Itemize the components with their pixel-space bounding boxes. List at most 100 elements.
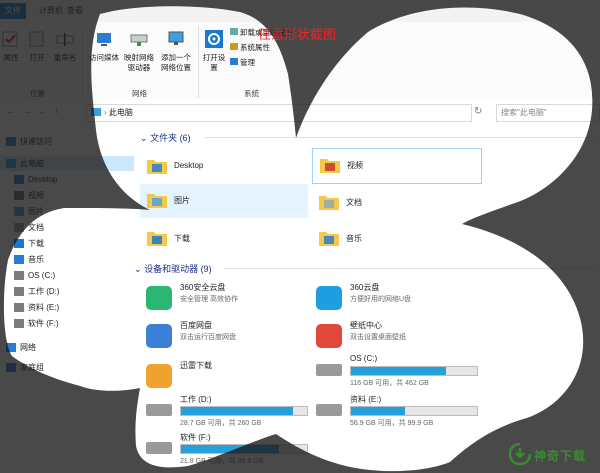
search-placeholder: 搜索"此电脑" — [501, 108, 547, 117]
nav-item[interactable]: 下载 — [0, 236, 134, 251]
folder-tile[interactable]: 文档 — [312, 186, 480, 220]
nav-item[interactable]: 软件 (F:) — [0, 316, 134, 331]
device-name: 壁纸中心 — [350, 321, 382, 330]
folder-label: 音乐 — [346, 234, 362, 243]
pictures-folder-icon — [146, 190, 168, 210]
nav-item[interactable]: OS (C:) — [0, 268, 134, 283]
group-label-network: 网络 — [132, 89, 147, 98]
nav-item[interactable]: 快速访问 — [0, 134, 134, 149]
nav-item[interactable]: 音乐 — [0, 252, 134, 267]
refresh-icon[interactable]: ↻ — [474, 106, 482, 117]
checkmark-icon — [2, 31, 18, 47]
manage-button[interactable]: 管理 — [230, 58, 310, 68]
nav-item[interactable]: 资料 (E:) — [0, 300, 134, 315]
screenshot-title: 任意形状截图 — [258, 27, 337, 42]
drive-free-space: 28.7 GB 可用，共 260 GB — [180, 420, 262, 427]
nav-item[interactable]: 文档 — [0, 220, 134, 235]
rename-icon — [56, 33, 74, 46]
drive-usage-fill — [181, 407, 294, 415]
computer-icon — [91, 108, 101, 116]
nav-item[interactable]: Desktop — [0, 172, 134, 187]
folders-section-header[interactable]: ⌄ 文件夹 (6) — [140, 131, 191, 144]
media-icon — [97, 33, 111, 46]
drive-name: OS (C:) — [350, 354, 378, 363]
drive-usage-bar — [180, 406, 308, 416]
nav-item-label: 下载 — [28, 239, 44, 248]
map-network-drive-button[interactable]: 映射网络驱动器 — [122, 30, 156, 73]
computer-icon — [6, 159, 16, 168]
add-network-location-button[interactable]: 添加一个网络位置 — [158, 30, 194, 73]
music-folder-icon — [318, 228, 340, 248]
tab-view[interactable]: 查看 — [62, 3, 88, 19]
music-note-icon — [14, 255, 24, 264]
nav-item[interactable]: 图片 — [0, 204, 134, 219]
system-properties-button[interactable]: 系统属性 — [230, 43, 310, 53]
nav-item-label: 软件 (F:) — [28, 319, 59, 328]
folder-tile[interactable]: Desktop — [140, 150, 308, 184]
video-folder-icon — [14, 191, 24, 200]
disk-drive-item[interactable]: 软件 (F:) 21.8 GB 可用，共 99.9 GB — [144, 430, 324, 470]
folders-section-title: 文件夹 (6) — [150, 133, 191, 143]
open-button[interactable]: 打开 — [26, 30, 48, 63]
nav-item[interactable]: 此电脑 — [0, 156, 134, 171]
drive-icon — [14, 271, 24, 280]
system-properties-label: 系统属性 — [240, 43, 270, 52]
open-settings-button[interactable]: 打开设置 — [202, 30, 226, 73]
device-subtitle: 安全管理 高效协作 — [180, 296, 238, 303]
pictures-folder-icon — [14, 207, 24, 216]
drive-icon — [316, 404, 342, 416]
access-media-button[interactable]: 访问媒体 — [88, 30, 120, 63]
arrow-download-icon — [508, 442, 532, 466]
forward-arrow-icon[interactable]: → — [22, 106, 32, 117]
device-item[interactable]: 360云盘 方便好用的网络U盘 — [314, 280, 494, 320]
gear-icon — [205, 30, 223, 48]
folder-label: 视频 — [347, 161, 363, 170]
open-settings-label: 打开设置 — [202, 53, 226, 72]
open-icon — [29, 31, 44, 47]
group-separator — [198, 26, 199, 98]
watermark-text: 神奇下载 — [534, 449, 587, 463]
folder-label: 图片 — [174, 196, 190, 205]
nav-item[interactable]: 家庭组 — [0, 360, 134, 375]
network-icon — [6, 343, 16, 352]
nav-item-label: 文档 — [28, 223, 44, 232]
nav-item[interactable]: 工作 (D:) — [0, 284, 134, 299]
nav-item[interactable]: 网络 — [0, 340, 134, 355]
up-arrow-icon[interactable]: ↑ — [54, 106, 59, 117]
nav-item-label: 此电脑 — [20, 159, 44, 168]
rename-button[interactable]: 重命名 — [52, 30, 78, 63]
folder-tile[interactable]: 音乐 — [312, 222, 480, 256]
device-item[interactable]: 360安全云盘 安全管理 高效协作 — [144, 280, 324, 320]
properties-button[interactable]: 属性 — [0, 30, 22, 63]
drive-usage-fill — [181, 445, 280, 453]
drive-free-space: 21.8 GB 可用，共 99.9 GB — [180, 458, 264, 465]
drive-usage-bar — [180, 444, 308, 454]
drive-icon — [146, 442, 172, 454]
address-toolbar: ← → ⌄ ↑ › 此电脑 ↻ 搜索"此电脑" — [0, 100, 600, 127]
disk-drive-item[interactable]: 工作 (D:) 28.7 GB 可用，共 260 GB — [144, 392, 324, 432]
chevron-down-icon[interactable]: ⌄ — [38, 106, 46, 117]
disk-drive-item[interactable]: 资料 (E:) 56.9 GB 可用，共 99.9 GB — [314, 392, 494, 432]
address-bar[interactable]: › 此电脑 — [86, 104, 472, 122]
uninstall-icon — [230, 28, 238, 35]
disk-drive-item[interactable]: OS (C:) 116 GB 可用，共 462 GB — [314, 352, 494, 392]
search-input[interactable]: 搜索"此电脑" — [496, 104, 600, 122]
nav-item-label: Desktop — [28, 175, 58, 184]
wallpaper-center-icon — [316, 324, 342, 348]
video-folder-icon — [319, 155, 341, 175]
desktop-folder-icon — [146, 156, 168, 176]
devices-section-header[interactable]: ⌄ 设备和驱动器 (9) — [134, 262, 212, 275]
folder-tile[interactable]: 下载 — [140, 222, 308, 256]
manage-icon — [230, 58, 238, 65]
nav-item-label: 快速访问 — [20, 137, 52, 146]
section-divider — [204, 137, 596, 138]
back-arrow-icon[interactable]: ← — [6, 106, 16, 117]
drive-icon — [14, 303, 24, 312]
tab-file[interactable]: 文件 — [0, 3, 26, 19]
folder-tile[interactable]: 视频 — [312, 148, 482, 184]
nav-item[interactable]: 视频 — [0, 188, 134, 203]
device-item[interactable]: 百度网盘 双击运行百度网盘 — [144, 318, 324, 358]
folder-tile[interactable]: 图片 — [140, 184, 308, 218]
nav-item-label: 网络 — [20, 343, 36, 352]
nav-item-label: OS (C:) — [28, 271, 56, 280]
